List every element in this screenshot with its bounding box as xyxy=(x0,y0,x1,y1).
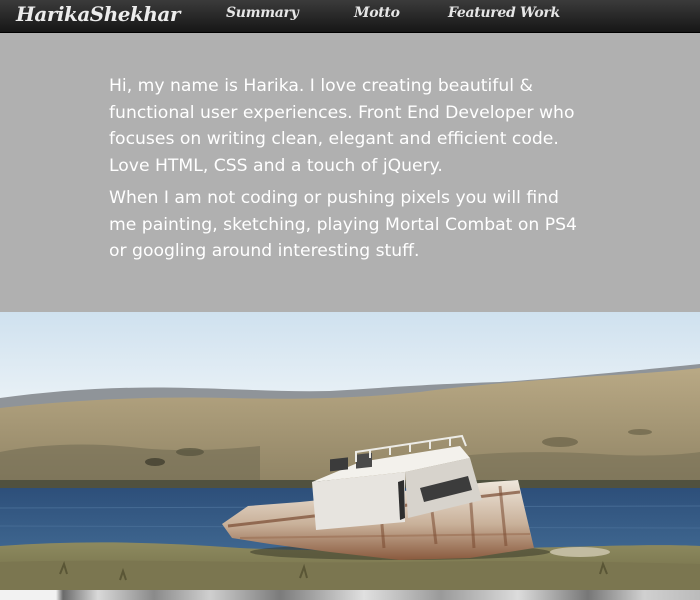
nav-link-featured-work[interactable]: Featured Work xyxy=(448,0,560,32)
next-section-preview xyxy=(0,590,700,600)
summary-paragraph-hobbies: When I am not coding or pushing pixels y… xyxy=(109,188,577,261)
brand-logo-link[interactable]: HarikaShekhar xyxy=(16,0,180,32)
top-navbar: HarikaShekhar Summary Motto Featured Wor… xyxy=(0,0,700,33)
nav-link-summary[interactable]: Summary xyxy=(226,0,299,32)
portfolio-page: HarikaShekhar Summary Motto Featured Wor… xyxy=(0,0,700,600)
summary-section: Hi, my name is Harika. I love creating b… xyxy=(0,33,700,312)
hero-boat-photo xyxy=(0,312,700,590)
summary-text-block: Hi, my name is Harika. I love creating b… xyxy=(109,73,579,271)
summary-paragraph-about: Hi, my name is Harika. I love creating b… xyxy=(109,76,575,176)
nav-link-motto[interactable]: Motto xyxy=(354,0,400,32)
